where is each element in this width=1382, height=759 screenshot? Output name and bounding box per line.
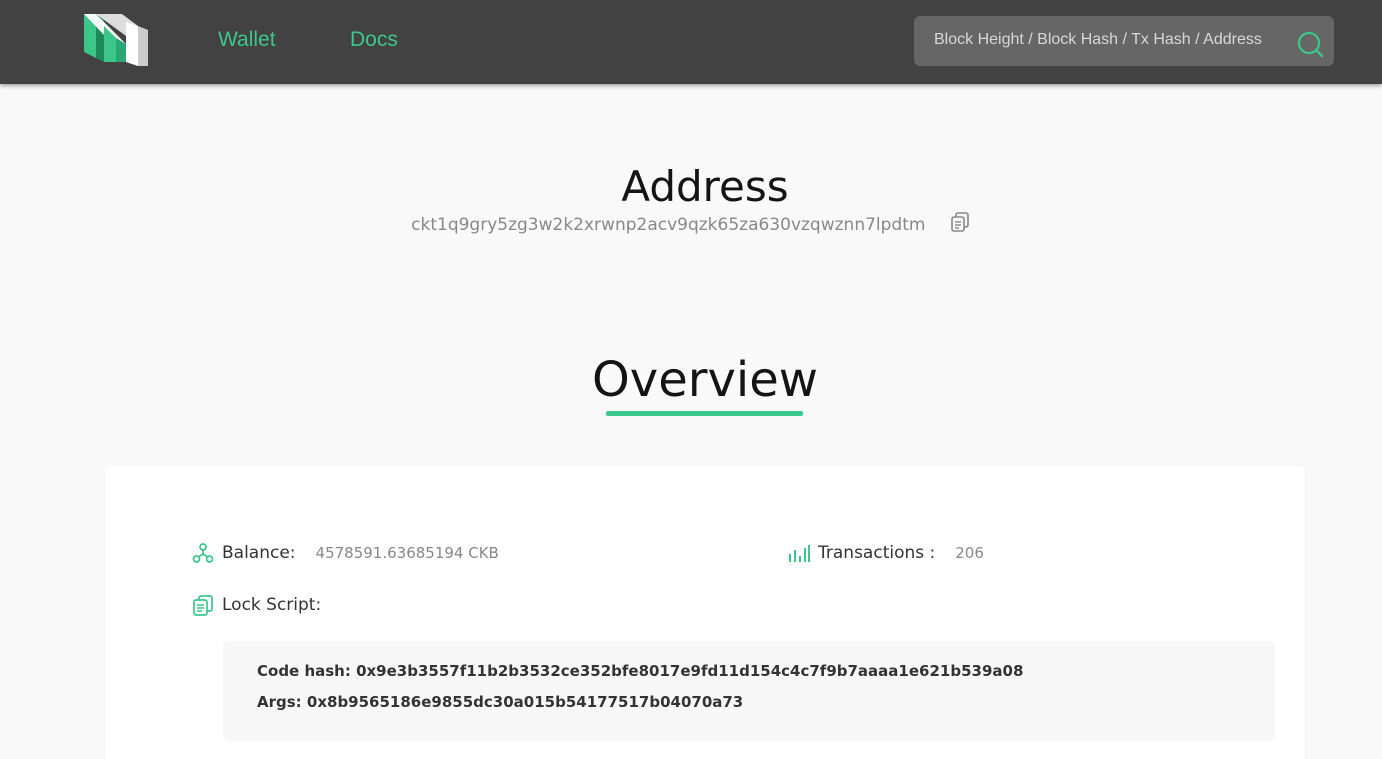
top-header: Wallet Docs — [0, 0, 1382, 84]
transactions-field: Transactions : 206 — [788, 540, 984, 566]
args-line: Args: 0x8b9565186e9855dc30a015b54177517b… — [257, 693, 744, 711]
balance-value: 4578591.63685194 CKB — [315, 544, 499, 562]
code-hash-line: Code hash: 0x9e3b3557f11b2b3532ce352bfe8… — [257, 662, 1024, 680]
search-input[interactable] — [914, 16, 1284, 66]
balance-field: Balance: 4578591.63685194 CKB — [192, 540, 499, 566]
lock-script-label: Lock Script: — [222, 595, 322, 615]
lock-script-icon — [193, 595, 213, 616]
overview-underline — [606, 411, 803, 416]
transactions-value: 206 — [955, 544, 984, 562]
nav-wallet-link[interactable]: Wallet — [218, 28, 276, 52]
search-icon[interactable] — [1296, 30, 1324, 58]
transactions-icon — [789, 545, 810, 562]
balance-icon — [192, 543, 214, 563]
page-title: Address — [621, 162, 789, 211]
transactions-label: Transactions : — [818, 543, 936, 563]
nav-docs-link[interactable]: Docs — [350, 28, 398, 52]
address-hash: ckt1q9gry5zg3w2k2xrwnp2acv9qzk65za630vzq… — [411, 215, 926, 235]
overview-title: Overview — [592, 352, 818, 408]
address-row: ckt1q9gry5zg3w2k2xrwnp2acv9qzk65za630vzq… — [0, 212, 1382, 235]
lock-script-field: Lock Script: — [192, 592, 321, 618]
copy-icon[interactable] — [949, 211, 971, 233]
search-box — [914, 16, 1334, 66]
overview-card: Balance: 4578591.63685194 CKB Transactio… — [105, 466, 1305, 759]
lock-script-box: Code hash: 0x9e3b3557f11b2b3532ce352bfe8… — [223, 641, 1275, 741]
logo-icon[interactable] — [82, 12, 150, 68]
balance-label: Balance: — [222, 543, 296, 563]
